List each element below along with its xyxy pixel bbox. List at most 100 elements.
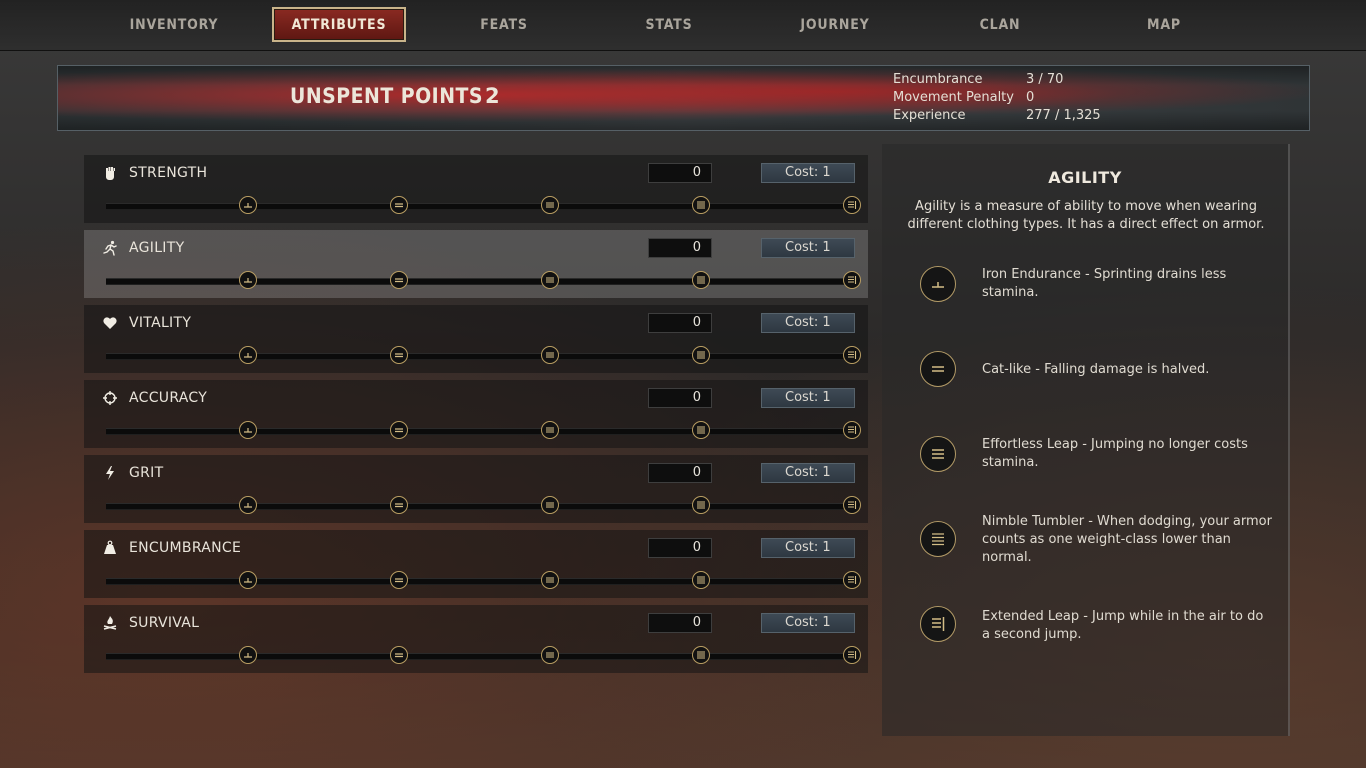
perk-description: Nimble Tumbler - When dodging, your armo…: [982, 514, 1272, 565]
encumbrance-value: 3 / 70: [1026, 72, 1064, 87]
encumbrance-label: Encumbrance: [893, 72, 983, 87]
attribute-name: ACCURACY: [129, 390, 208, 406]
attribute-cost-button[interactable]: Cost: 1: [761, 163, 855, 183]
perk-node-2[interactable]: [390, 646, 408, 664]
perk-node-2[interactable]: [390, 421, 408, 439]
perk-node-4[interactable]: [692, 196, 710, 214]
progress-track: [106, 428, 858, 435]
perk-tier3-icon: [920, 436, 956, 472]
perk-node-5[interactable]: [843, 271, 861, 289]
attribute-row-vitality[interactable]: VITALITY 0 Cost: 1: [84, 305, 868, 373]
progress-track: [106, 353, 858, 360]
attribute-detail-panel: AGILITY Agility is a measure of ability …: [882, 144, 1290, 736]
perk-item: Effortless Leap - Jumping no longer cost…: [882, 426, 1288, 486]
perk-node-2[interactable]: [390, 346, 408, 364]
perk-tier2-icon: [920, 351, 956, 387]
attribute-value: 0: [648, 463, 712, 483]
perk-item: Cat-like - Falling damage is halved.: [882, 341, 1288, 401]
attribute-name: ENCUMBRANCE: [129, 540, 242, 556]
perk-node-1[interactable]: [239, 346, 257, 364]
perk-node-4[interactable]: [692, 496, 710, 514]
attribute-cost-button[interactable]: Cost: 1: [761, 238, 855, 258]
perk-item: Nimble Tumbler - When dodging, your armo…: [882, 511, 1288, 571]
progress-track: [106, 278, 858, 285]
perk-description: Extended Leap - Jump while in the air to…: [982, 609, 1264, 642]
campfire-icon: [101, 614, 119, 632]
experience-label: Experience: [893, 108, 966, 123]
attribute-cost-button[interactable]: Cost: 1: [761, 463, 855, 483]
perk-description: Effortless Leap - Jumping no longer cost…: [982, 437, 1248, 470]
perk-node-5[interactable]: [843, 421, 861, 439]
experience-value: 277 / 1,325: [1026, 108, 1101, 123]
perk-item: Extended Leap - Jump while in the air to…: [882, 596, 1288, 656]
perk-node-4[interactable]: [692, 421, 710, 439]
attribute-row-survival[interactable]: SURVIVAL 0 Cost: 1: [84, 605, 868, 673]
tab-inventory[interactable]: INVENTORY: [107, 7, 241, 42]
perk-node-1[interactable]: [239, 496, 257, 514]
attribute-cost-button[interactable]: Cost: 1: [761, 538, 855, 558]
perk-node-2[interactable]: [390, 571, 408, 589]
points-header: UNSPENT POINTS 2 Encumbrance 3 / 70 Move…: [57, 65, 1310, 131]
attribute-row-accuracy[interactable]: ACCURACY 0 Cost: 1: [84, 380, 868, 448]
tab-stats[interactable]: STATS: [602, 7, 736, 42]
tab-feats[interactable]: FEATS: [437, 7, 571, 42]
perk-node-3[interactable]: [541, 271, 559, 289]
progress-track: [106, 653, 858, 660]
perk-node-3[interactable]: [541, 346, 559, 364]
attribute-name: SURVIVAL: [129, 615, 200, 631]
perk-tier5-icon: [920, 606, 956, 642]
perk-node-2[interactable]: [390, 271, 408, 289]
perk-node-4[interactable]: [692, 571, 710, 589]
perk-node-1[interactable]: [239, 196, 257, 214]
perk-node-3[interactable]: [541, 646, 559, 664]
attribute-row-encumbrance[interactable]: ENCUMBRANCE 0 Cost: 1: [84, 530, 868, 598]
attribute-cost-button[interactable]: Cost: 1: [761, 313, 855, 333]
perk-node-1[interactable]: [239, 421, 257, 439]
perk-node-2[interactable]: [390, 496, 408, 514]
movement-penalty-value: 0: [1026, 90, 1035, 105]
perk-node-4[interactable]: [692, 646, 710, 664]
attribute-name: GRIT: [129, 465, 164, 481]
attribute-cost-button[interactable]: Cost: 1: [761, 388, 855, 408]
fist-icon: [101, 164, 119, 182]
tab-clan[interactable]: CLAN: [933, 7, 1067, 42]
attribute-row-grit[interactable]: GRIT 0 Cost: 1: [84, 455, 868, 523]
progress-track: [106, 503, 858, 510]
perk-node-5[interactable]: [843, 646, 861, 664]
perk-node-3[interactable]: [541, 421, 559, 439]
attribute-value: 0: [648, 163, 712, 183]
perk-node-4[interactable]: [692, 271, 710, 289]
attribute-cost-button[interactable]: Cost: 1: [761, 613, 855, 633]
tab-map[interactable]: MAP: [1097, 7, 1231, 42]
perk-node-1[interactable]: [239, 571, 257, 589]
perk-node-3[interactable]: [541, 496, 559, 514]
perk-tier4-icon: [920, 521, 956, 557]
attribute-value: 0: [648, 538, 712, 558]
tab-journey[interactable]: JOURNEY: [768, 7, 902, 42]
tab-attributes[interactable]: ATTRIBUTES: [272, 7, 406, 42]
heart-icon: [101, 314, 119, 332]
perk-node-2[interactable]: [390, 196, 408, 214]
progress-track: [106, 578, 858, 585]
attribute-value: 0: [648, 313, 712, 333]
perk-description: Cat-like - Falling damage is halved.: [982, 362, 1210, 377]
perk-node-5[interactable]: [843, 571, 861, 589]
perk-node-5[interactable]: [843, 196, 861, 214]
perk-item: Iron Endurance - Sprinting drains less s…: [882, 256, 1288, 316]
perk-node-3[interactable]: [541, 196, 559, 214]
weight-icon: [101, 539, 119, 557]
top-navigation: INVENTORY ATTRIBUTES FEATS STATS JOURNEY…: [0, 0, 1366, 51]
unspent-points-label: UNSPENT POINTS: [290, 84, 484, 108]
crosshair-icon: [101, 389, 119, 407]
perk-node-4[interactable]: [692, 346, 710, 364]
perk-node-1[interactable]: [239, 271, 257, 289]
attribute-row-strength[interactable]: STRENGTH 0 Cost: 1: [84, 155, 868, 223]
attribute-row-agility[interactable]: AGILITY 0 Cost: 1: [84, 230, 868, 298]
perk-node-3[interactable]: [541, 571, 559, 589]
perk-description: Iron Endurance - Sprinting drains less s…: [982, 267, 1227, 300]
attribute-name: VITALITY: [129, 315, 192, 331]
perk-node-5[interactable]: [843, 346, 861, 364]
attribute-value: 0: [648, 388, 712, 408]
perk-node-5[interactable]: [843, 496, 861, 514]
perk-node-1[interactable]: [239, 646, 257, 664]
